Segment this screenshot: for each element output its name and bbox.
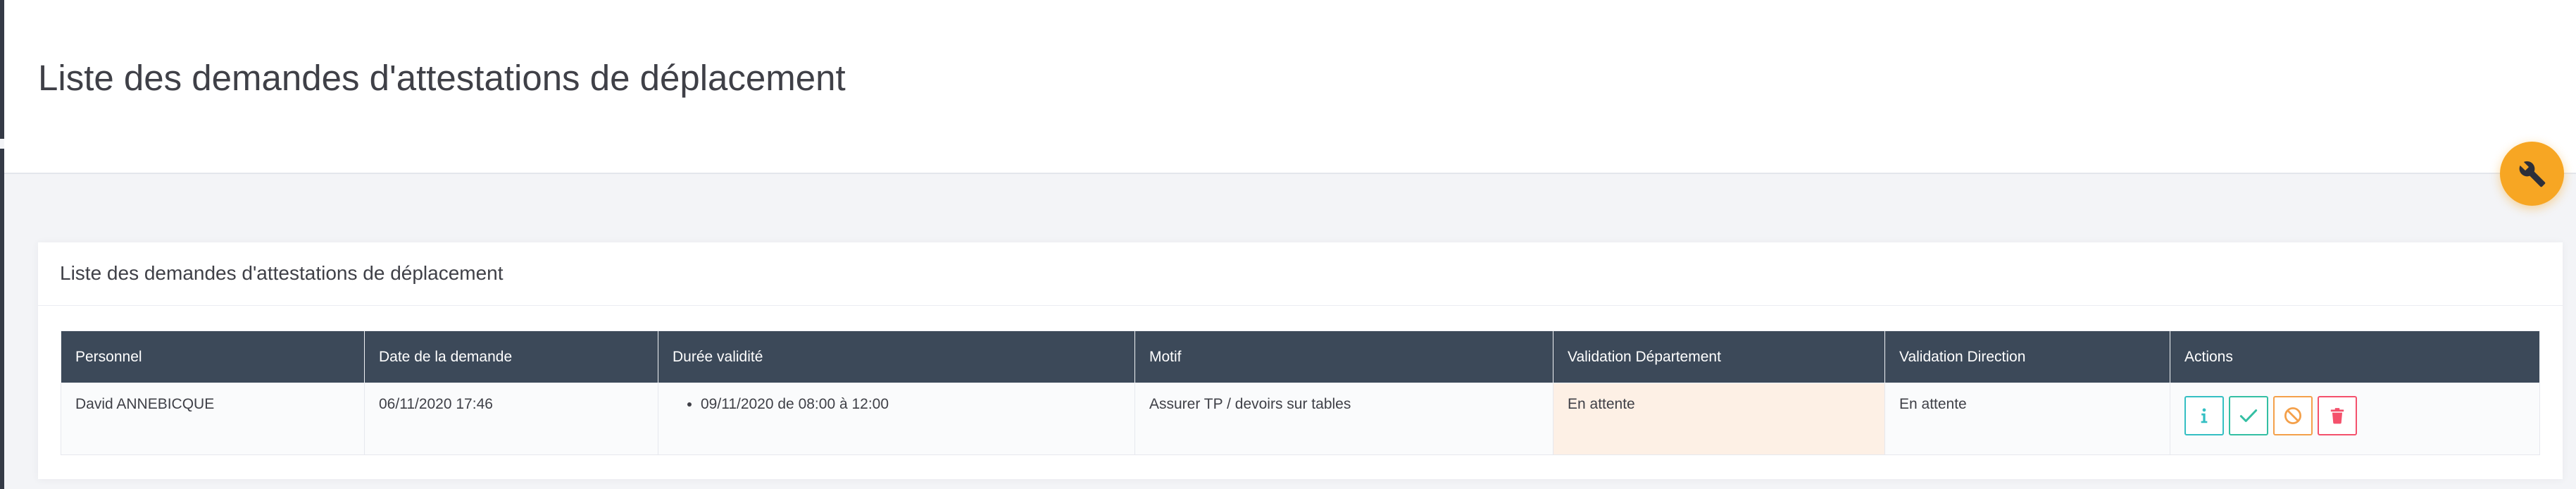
requests-table: Personnel Date de la demande Durée valid… xyxy=(61,330,2540,455)
cell-validity: 09/11/2020 de 08:00 à 12:00 xyxy=(658,383,1135,455)
requests-portlet: Liste des demandes d'attestations de dép… xyxy=(38,242,2563,479)
check-icon xyxy=(2239,409,2258,422)
row-actions xyxy=(2184,396,2539,435)
column-header-validation-direction[interactable]: Validation Direction xyxy=(1884,330,2170,383)
page-header: Liste des demandes d'attestations de dép… xyxy=(4,0,2576,174)
page-title: Liste des demandes d'attestations de dép… xyxy=(38,58,846,98)
wrench-icon xyxy=(2519,161,2545,187)
cell-motif: Assurer TP / devoirs sur tables xyxy=(1134,383,1553,455)
column-header-actions: Actions xyxy=(2170,330,2540,383)
column-header-motif[interactable]: Motif xyxy=(1134,330,1553,383)
column-header-validity[interactable]: Durée validité xyxy=(658,330,1135,383)
delete-button[interactable] xyxy=(2318,396,2357,435)
cell-validation-departement: En attente xyxy=(1553,383,1885,455)
validate-button[interactable] xyxy=(2229,396,2268,435)
refuse-button[interactable] xyxy=(2273,396,2313,435)
validity-list: 09/11/2020 de 08:00 à 12:00 xyxy=(673,396,1134,413)
cell-date: 06/11/2020 17:46 xyxy=(364,383,658,455)
column-header-validation-departement[interactable]: Validation Département xyxy=(1553,330,1885,383)
ban-icon xyxy=(2284,407,2301,424)
column-header-personnel[interactable]: Personnel xyxy=(61,330,365,383)
portlet-title: Liste des demandes d'attestations de dép… xyxy=(60,262,504,284)
info-button[interactable] xyxy=(2184,396,2224,435)
tools-button[interactable] xyxy=(2500,142,2564,206)
cell-personnel: David ANNEBICQUE xyxy=(61,383,365,455)
validity-item: 09/11/2020 de 08:00 à 12:00 xyxy=(701,396,1134,413)
cell-actions xyxy=(2170,383,2540,455)
portlet-head: Liste des demandes d'attestations de dép… xyxy=(38,242,2563,306)
column-header-date[interactable]: Date de la demande xyxy=(364,330,658,383)
info-icon xyxy=(2201,408,2208,423)
cell-validation-direction: En attente xyxy=(1884,383,2170,455)
table-header-row: Personnel Date de la demande Durée valid… xyxy=(61,330,2540,383)
trash-icon xyxy=(2330,408,2344,424)
table-row: David ANNEBICQUE 06/11/2020 17:46 09/11/… xyxy=(61,383,2540,455)
